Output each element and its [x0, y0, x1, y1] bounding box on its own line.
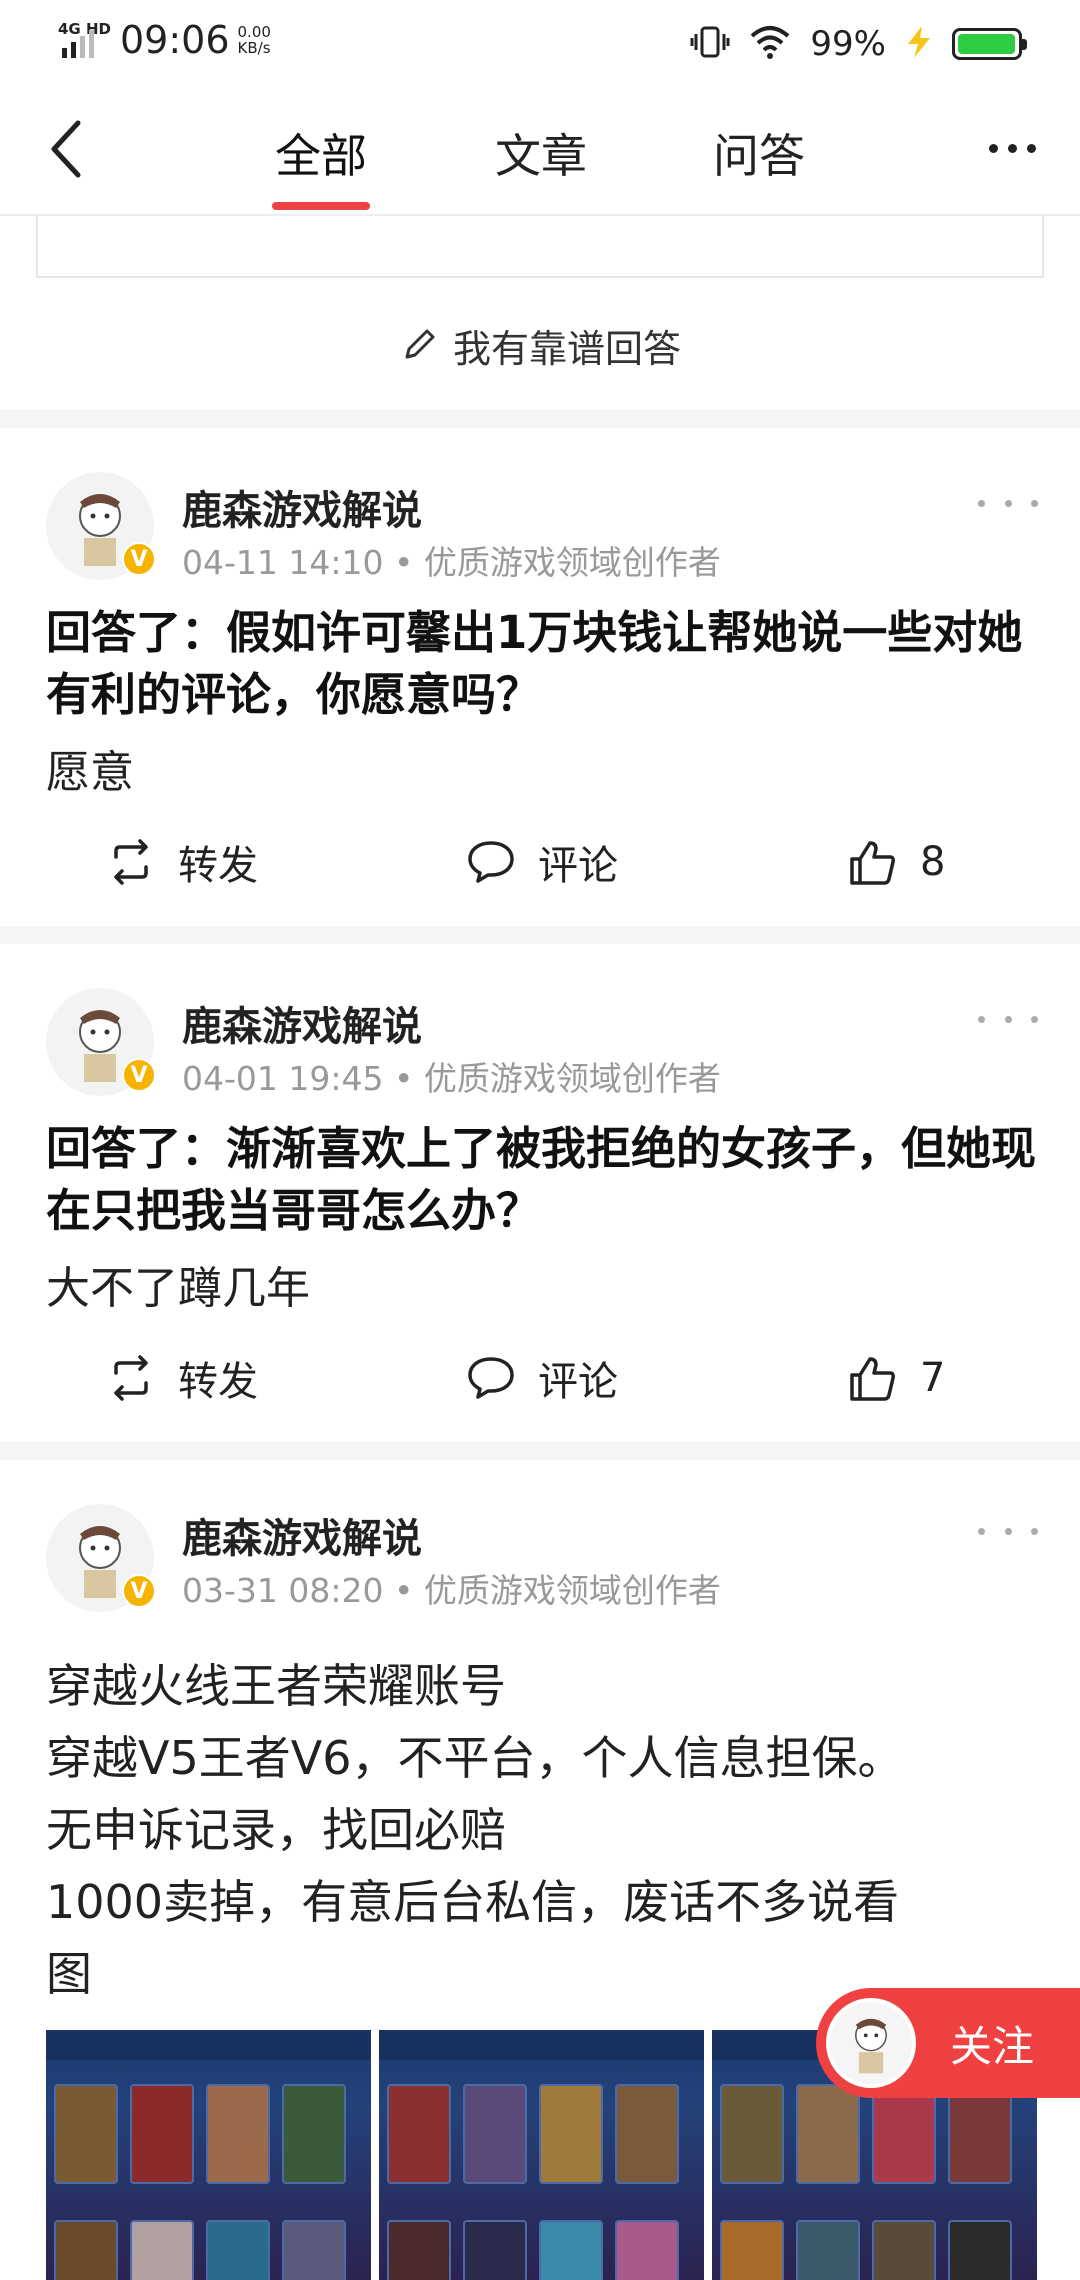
tab-qa[interactable]: 问答	[710, 120, 808, 210]
answer-text[interactable]: 愿意	[46, 736, 134, 800]
repost-button[interactable]: 转发	[106, 822, 258, 902]
verified-badge: V	[122, 542, 156, 576]
post-menu-button[interactable]	[978, 488, 1038, 518]
avatar	[826, 1998, 916, 2088]
post-meta: 04-01 19:45 • 优质游戏领域创作者	[182, 1059, 721, 1098]
tab-all[interactable]: 全部	[272, 120, 370, 210]
write-answer-button[interactable]: 我有靠谱回答	[0, 300, 1080, 390]
verified-badge: V	[122, 1058, 156, 1092]
network-speed: 0.00 KB/s	[237, 23, 271, 57]
vibrate-icon	[690, 22, 730, 66]
post-image[interactable]	[46, 2030, 371, 2280]
repost-button[interactable]: 转发	[106, 1338, 258, 1418]
post-meta: 04-11 14:10 • 优质游戏领域创作者	[182, 543, 721, 582]
top-nav: 全部 文章 问答	[0, 84, 1080, 216]
follow-label: 关注	[950, 2021, 1035, 2071]
avatar[interactable]: V	[46, 1504, 156, 1612]
thumbs-up-icon	[850, 841, 895, 885]
avatar[interactable]: V	[46, 988, 156, 1096]
answer-text[interactable]: 大不了蹲几年	[46, 1252, 310, 1316]
repost-icon	[114, 1355, 148, 1401]
repost-icon	[114, 839, 148, 885]
back-arrow-icon	[51, 120, 81, 178]
post-menu-button[interactable]	[978, 1516, 1038, 1546]
section-divider	[0, 926, 1080, 944]
status-time: 09:06	[120, 18, 230, 62]
charging-icon	[904, 24, 934, 64]
avatar[interactable]: V	[46, 472, 156, 580]
thumbs-up-icon	[850, 1357, 895, 1401]
wifi-icon	[748, 24, 792, 64]
verified-badge: V	[122, 1574, 156, 1608]
like-button[interactable]: 8	[848, 822, 945, 902]
section-divider	[0, 410, 1080, 428]
feed-post[interactable]: V 鹿森游戏解说 04-11 14:10 • 优质游戏领域创作者 回答了：假如许…	[0, 428, 1080, 928]
like-count: 7	[920, 1355, 946, 1401]
comment-button[interactable]: 评论	[466, 822, 618, 902]
author-name[interactable]: 鹿森游戏解说	[182, 478, 422, 536]
like-button[interactable]: 7	[848, 1338, 945, 1418]
follow-button[interactable]: 关注	[816, 1988, 1080, 2098]
previous-card-edge	[36, 216, 1044, 278]
feed-post[interactable]: V 鹿森游戏解说 04-01 19:45 • 优质游戏领域创作者 回答了：渐渐喜…	[0, 944, 1080, 1444]
active-tab-indicator	[272, 202, 370, 210]
battery-icon	[952, 28, 1027, 60]
post-menu-button[interactable]	[978, 1004, 1038, 1034]
author-name[interactable]: 鹿森游戏解说	[182, 994, 422, 1052]
post-actions: 转发 评论 7	[0, 1338, 1080, 1418]
question-title[interactable]: 回答了：假如许可馨出1万块钱让帮她说一些对她有利的评论，你愿意吗？	[46, 602, 1036, 726]
tab-articles[interactable]: 文章	[492, 120, 590, 210]
pencil-icon	[405, 329, 435, 359]
author-name[interactable]: 鹿森游戏解说	[182, 1506, 422, 1564]
comment-icon	[468, 841, 514, 883]
signal-icon: 4G HD	[58, 18, 116, 62]
comment-button[interactable]: 评论	[466, 1338, 618, 1418]
section-divider	[0, 1442, 1080, 1460]
comment-icon	[468, 1357, 514, 1399]
post-image[interactable]	[379, 2030, 704, 2280]
post-actions: 转发 评论 8	[0, 822, 1080, 902]
post-body[interactable]: 穿越火线王者荣耀账号 穿越V5王者V6，不平台，个人信息担保。 无申诉记录，找回…	[46, 1650, 1046, 2010]
back-button[interactable]	[36, 114, 96, 184]
question-title[interactable]: 回答了：渐渐喜欢上了被我拒绝的女孩子，但她现在只把我当哥哥怎么办？	[46, 1118, 1036, 1242]
battery-percent: 99%	[810, 24, 886, 64]
deer-avatar-icon	[855, 2018, 887, 2074]
post-meta: 03-31 08:20 • 优质游戏领域创作者	[182, 1571, 721, 1610]
status-bar: 4G HD 09:06 0.00 KB/s 99%	[0, 0, 1080, 84]
more-options-button[interactable]	[972, 128, 1052, 168]
like-count: 8	[920, 839, 946, 885]
